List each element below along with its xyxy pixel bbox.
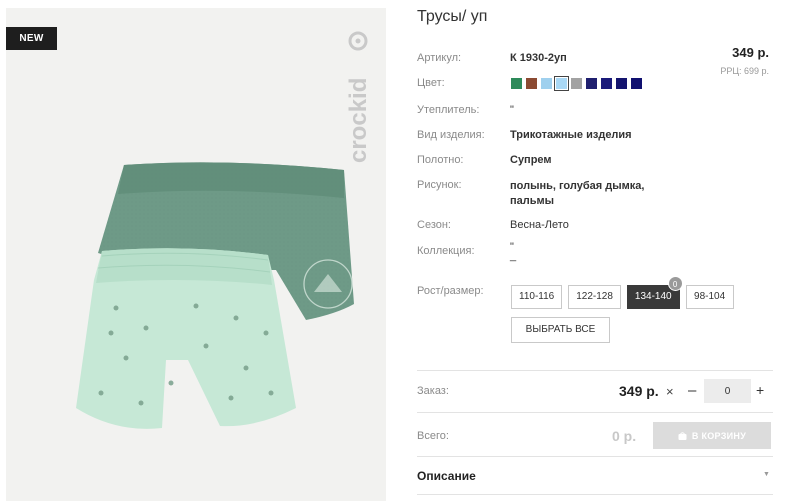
- pattern-value: полынь, голубая дымка, пальмы: [510, 180, 645, 207]
- size-option-98-104[interactable]: 98-104: [685, 285, 734, 309]
- chevron-down-icon[interactable]: ▼: [763, 471, 770, 478]
- product-price: 349 р.: [732, 45, 769, 60]
- new-badge: NEW: [6, 27, 57, 50]
- size-option-label: 134-140: [634, 291, 672, 302]
- order-label: Заказ:: [417, 385, 449, 397]
- item-type-label: Вид изделия:: [417, 129, 485, 141]
- product-photo[interactable]: NEW crockid: [6, 8, 386, 501]
- item-type-value: Трикотажные изделия: [510, 129, 632, 141]
- brand-name: crockid: [345, 78, 372, 163]
- size-count-badge: 0: [667, 276, 683, 291]
- color-swatch[interactable]: [541, 78, 552, 89]
- season-label: Сезон:: [417, 219, 451, 231]
- color-swatch[interactable]: [586, 78, 597, 89]
- color-swatches: [511, 76, 642, 91]
- size-option-134-140[interactable]: 134-140 0: [626, 276, 683, 309]
- decrease-quantity-button[interactable]: –: [688, 382, 696, 399]
- fabric-value: Супрем: [510, 154, 552, 166]
- color-swatch[interactable]: [554, 76, 569, 91]
- color-swatch[interactable]: [631, 78, 642, 89]
- rrp-price: РРЦ: 699 р.: [720, 66, 769, 76]
- divider: [417, 494, 773, 495]
- divider: [417, 370, 773, 371]
- crockid-logo: crockid: [345, 31, 372, 163]
- order-price: 349 р.: [619, 383, 659, 399]
- divider: [417, 412, 773, 413]
- color-swatch[interactable]: [616, 78, 627, 89]
- times-sign: ×: [666, 384, 674, 399]
- cart-icon: [678, 431, 687, 440]
- collection-value: " _: [510, 241, 517, 262]
- total-label: Всего:: [417, 430, 449, 442]
- add-to-cart-label: В КОРЗИНУ: [691, 430, 747, 441]
- total-value: 0 р.: [612, 428, 637, 444]
- collection-label: Коллекция:: [417, 245, 475, 257]
- size-options: 110-116 122-128 134-140 0 98-104: [511, 276, 734, 309]
- color-swatch[interactable]: [511, 78, 522, 89]
- increase-quantity-button[interactable]: +: [756, 382, 764, 398]
- add-to-cart-button[interactable]: В КОРЗИНУ: [653, 422, 771, 449]
- divider: [417, 456, 773, 457]
- product-title: Трусы/ уп: [417, 8, 488, 25]
- mint-boxers: [76, 248, 296, 429]
- insulation-value: ": [510, 104, 514, 116]
- size-option-110-116[interactable]: 110-116: [511, 285, 563, 309]
- select-all-button[interactable]: ВЫБРАТЬ ВСЕ: [511, 317, 610, 343]
- size-label: Рост/размер:: [417, 285, 484, 297]
- pattern-label: Рисунок:: [417, 179, 462, 191]
- fabric-label: Полотно:: [417, 154, 464, 166]
- description-toggle[interactable]: Описание: [417, 469, 476, 483]
- color-swatch[interactable]: [601, 78, 612, 89]
- season-value: Весна-Лето: [510, 219, 569, 231]
- size-option-122-128[interactable]: 122-128: [568, 285, 621, 309]
- color-label: Цвет:: [417, 77, 445, 89]
- color-swatch[interactable]: [571, 78, 582, 89]
- color-swatch[interactable]: [526, 78, 537, 89]
- quantity-input[interactable]: [704, 379, 751, 403]
- insulation-label: Утеплитель:: [417, 104, 480, 116]
- article-label: Артикул:: [417, 52, 462, 64]
- article-value: К 1930-2уп: [510, 52, 567, 64]
- product-image: [76, 162, 354, 429]
